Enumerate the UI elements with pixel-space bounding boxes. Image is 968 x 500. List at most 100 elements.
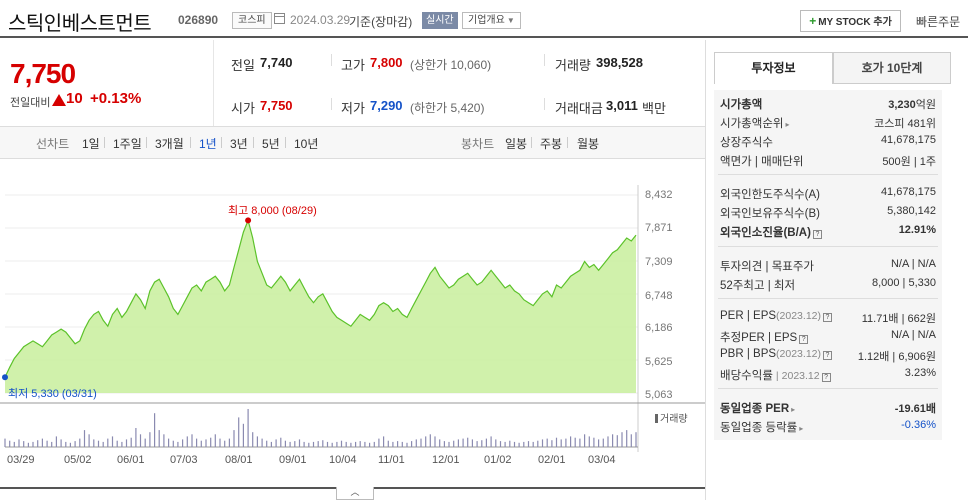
x-tick: 12/01 [432, 454, 460, 466]
y-tick: 7,309 [645, 256, 673, 268]
divider [544, 98, 545, 110]
foreign-limit-label: 외국인한도주식수(A) [720, 189, 820, 201]
help-icon[interactable]: ? [799, 335, 809, 344]
quick-order-link[interactable]: 빠른주문 [916, 13, 960, 30]
pbr-row: PBR | BPS(2023.12)? 1.12배 | 6,906원 [714, 348, 942, 364]
dividend-row: 배당수익률 | 2023.12? 3.23% [714, 367, 942, 383]
volume-bar [289, 441, 291, 447]
candle-weekly[interactable]: 주봉 [540, 135, 562, 152]
week52-value: 8,000 | 5,330 [871, 277, 936, 289]
volume-bar [453, 440, 455, 447]
period-3y[interactable]: 3년 [230, 135, 248, 152]
foreign-hold-label: 외국인보유주식수(B) [720, 208, 820, 220]
volume-bar [546, 438, 548, 447]
foreign-hold-value: 5,380,142 [887, 205, 936, 217]
divider [544, 54, 545, 66]
volume-bar [317, 441, 319, 447]
x-tick: 03/29 [7, 454, 35, 466]
volume-bar [200, 440, 202, 447]
volume-bar [23, 441, 25, 447]
period-5y[interactable]: 5년 [262, 135, 280, 152]
help-icon[interactable]: ? [823, 313, 832, 322]
volume-bar [476, 441, 478, 447]
help-icon[interactable]: ? [823, 351, 832, 360]
period-1w[interactable]: 1주일 [113, 135, 142, 152]
volume-bar [32, 441, 34, 447]
per-row: PER | EPS(2023.12)? 11.71배 | 662원 [714, 310, 942, 326]
volume-bar [537, 440, 539, 447]
tab-orderbook-10[interactable]: 호가 10단계 [833, 52, 951, 84]
period-10y[interactable]: 10년 [294, 135, 318, 152]
price-area [5, 220, 636, 393]
add-my-stock-button[interactable]: + MY STOCK 추가 [800, 10, 901, 32]
volume-bar [584, 434, 586, 447]
chart-high-label: 최고 8,000 (08/29) [228, 205, 317, 217]
volume-bar [527, 441, 530, 447]
y-tick: 5,063 [645, 389, 673, 401]
base-date-desc: 기준(장마감) [349, 15, 413, 29]
volume-bar [326, 441, 329, 447]
volume-bar [121, 441, 123, 447]
company-overview-dropdown[interactable]: 기업개요 ▼ [462, 12, 521, 29]
volume-bar [518, 442, 520, 447]
realtime-badge[interactable]: 실시간 [422, 12, 458, 29]
tab-investment-info[interactable]: 투자정보 [714, 52, 833, 84]
x-tick: 02/01 [538, 454, 566, 466]
volume-bar [280, 437, 282, 447]
collapse-chart-button[interactable]: ︿ [336, 487, 374, 500]
up-triangle-icon [52, 94, 66, 106]
par-value: 500원 | 1주 [882, 156, 936, 168]
help-icon[interactable]: ? [812, 230, 822, 239]
candle-daily[interactable]: 일봉 [505, 135, 527, 152]
volume-bar [149, 432, 151, 447]
market-cap-rank-row: 시가총액순위 ▸ 코스피 481위 [714, 115, 942, 131]
market-cap-rank-label[interactable]: 시가총액순위 ▸ [720, 115, 790, 131]
volume-bar [490, 436, 492, 447]
candle-monthly[interactable]: 월봉 [577, 135, 599, 152]
period-1y[interactable]: 1년 [199, 135, 217, 152]
upper-limit: (상한가 10,060) [410, 58, 492, 72]
lower-limit: (하한가 5,420) [410, 101, 485, 115]
arrow-right-icon: ▸ [791, 405, 796, 414]
high-value: 7,800 [370, 55, 403, 70]
volume-bar [588, 436, 590, 447]
volume-bar [303, 441, 305, 447]
market-cap-row: 시가총액 3,230억원 [714, 96, 942, 112]
foreign-ratio-value: 12.91% [898, 224, 936, 236]
par-row: 액면가 | 매매단위 500원 | 1주 [714, 153, 942, 169]
stock-code: 026890 [178, 13, 219, 27]
volume-bar [275, 439, 277, 447]
volume-bar [125, 439, 128, 447]
price-chart[interactable] [0, 160, 705, 490]
volume-bar [158, 430, 160, 447]
volume-bar [340, 440, 343, 447]
volume-bar [154, 413, 156, 447]
period-3m[interactable]: 3개월 [155, 135, 184, 152]
help-icon[interactable]: ? [821, 373, 831, 382]
volume-bar [471, 439, 473, 447]
industry-per-label[interactable]: 동일업종 PER ▸ [720, 400, 795, 416]
volume-bar [369, 442, 371, 447]
volume-bar [55, 436, 57, 447]
volume-bar [616, 435, 618, 447]
volume-bar [37, 440, 39, 447]
divider [221, 137, 222, 148]
industry-change-label[interactable]: 동일업종 등락률 ▸ [720, 419, 803, 435]
period-1d[interactable]: 1일 [82, 135, 100, 152]
x-tick: 08/01 [225, 454, 253, 466]
volume-bar [168, 438, 170, 447]
volume-bar [541, 439, 544, 447]
opinion-label: 투자의견 | 목표주가 [720, 261, 815, 273]
period-selector: 선차트 1일 1주일 3개월 1년 3년 5년 10년 봉차트 일봉 주봉 월봉 [0, 127, 705, 159]
open-value: 7,750 [260, 98, 293, 113]
volume-bar [256, 436, 258, 447]
divider [718, 298, 938, 299]
foreign-hold-row: 외국인보유주식수(B) 5,380,142 [714, 205, 942, 221]
volume-bar [373, 441, 375, 447]
volume-bar [298, 439, 301, 447]
arrow-right-icon: ▸ [785, 120, 790, 129]
change-label: 전일대비 [10, 97, 51, 109]
chevron-up-icon: ︿ [350, 487, 360, 497]
industry-per-row: 동일업종 PER ▸ -19.61배 [714, 400, 942, 416]
candle-chart-label: 봉차트 [461, 137, 495, 151]
